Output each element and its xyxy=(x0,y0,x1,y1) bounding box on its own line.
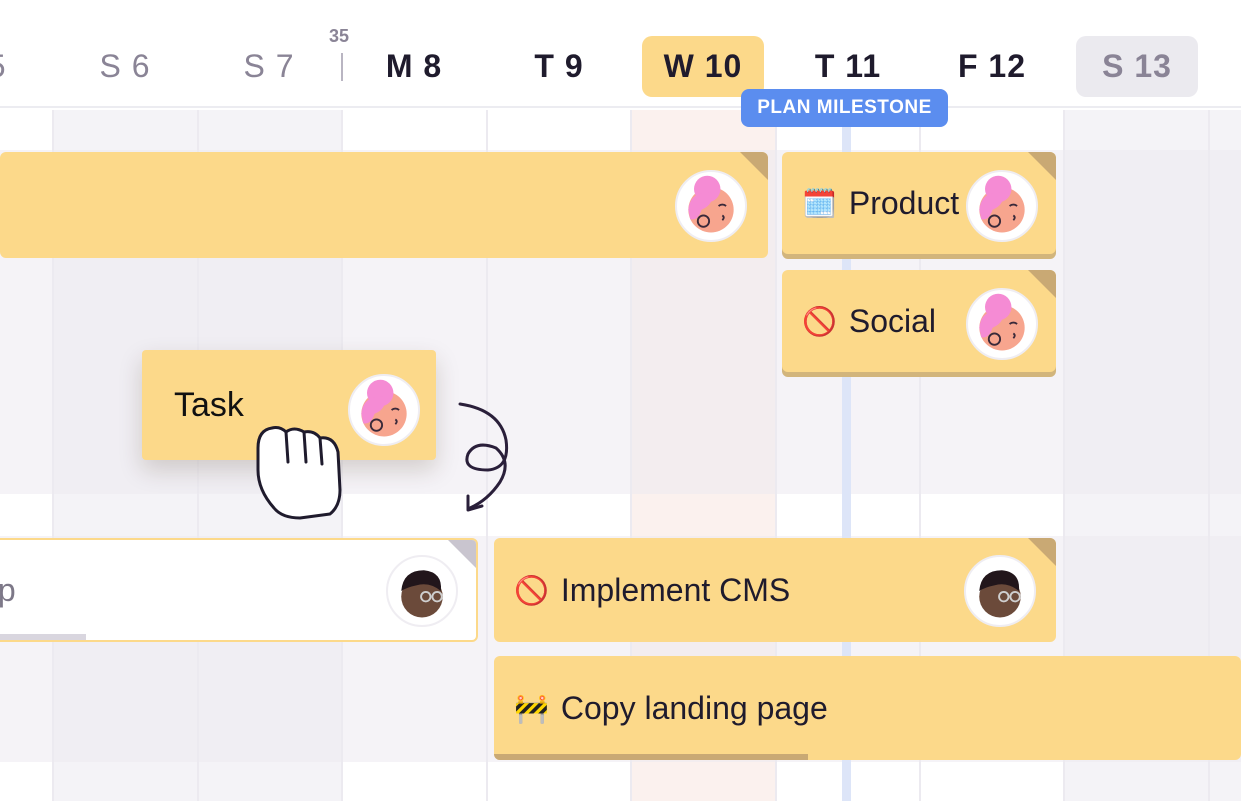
task-label: Setup xyxy=(0,572,16,609)
construction-icon: 🚧 xyxy=(514,692,549,724)
avatar-pink xyxy=(348,374,420,446)
day-label[interactable]: S 7 xyxy=(208,36,330,97)
prohibited-icon: 🚫 xyxy=(514,574,549,606)
avatar-dark xyxy=(964,555,1036,627)
task-label: Product xyxy=(848,184,960,221)
corner-fold-icon xyxy=(1028,270,1056,298)
avatar-dark xyxy=(386,555,458,627)
corner-fold-icon xyxy=(448,540,476,568)
day-label-selected[interactable]: S 13 xyxy=(1076,36,1198,97)
timeline-board: S 5 S 6 S 7 35 M 8 T 9 W 10 T 11 F 12 S … xyxy=(0,0,1241,801)
day-label[interactable]: F 12 xyxy=(931,36,1053,97)
task-bar[interactable] xyxy=(0,152,768,258)
corner-fold-icon xyxy=(1028,538,1056,566)
avatar-pink xyxy=(966,170,1038,242)
corner-fold-icon xyxy=(740,152,768,180)
calendar-icon: 🗓️ xyxy=(802,187,837,219)
task-label: Implement CMS xyxy=(560,571,791,608)
day-label[interactable]: T 9 xyxy=(498,36,620,97)
avatar-pink xyxy=(966,288,1038,360)
task-label: Task xyxy=(174,385,244,424)
task-bar-copy-landing-page[interactable]: 🚧 Copy landing page xyxy=(494,656,1241,760)
day-label[interactable]: S 5 xyxy=(0,36,42,97)
timeline-header: S 5 S 6 S 7 35 M 8 T 9 W 10 T 11 F 12 S … xyxy=(0,0,1241,108)
task-label: Social xyxy=(848,302,937,339)
day-label[interactable]: S 6 xyxy=(64,36,186,97)
prohibited-icon: 🚫 xyxy=(802,305,837,337)
task-label: Copy landing page xyxy=(560,689,828,726)
day-label[interactable]: T 11 xyxy=(787,36,909,97)
week-separator xyxy=(341,53,343,81)
day-label-today[interactable]: W 10 xyxy=(642,36,764,97)
milestone-badge[interactable]: PLAN MILESTONE xyxy=(741,89,948,127)
week-number: 35 xyxy=(329,26,350,46)
day-label[interactable]: M 8 xyxy=(353,36,475,97)
progress-bar xyxy=(0,634,86,640)
corner-fold-icon xyxy=(1028,152,1056,180)
progress-bar xyxy=(494,754,808,760)
avatar-pink xyxy=(675,170,747,242)
